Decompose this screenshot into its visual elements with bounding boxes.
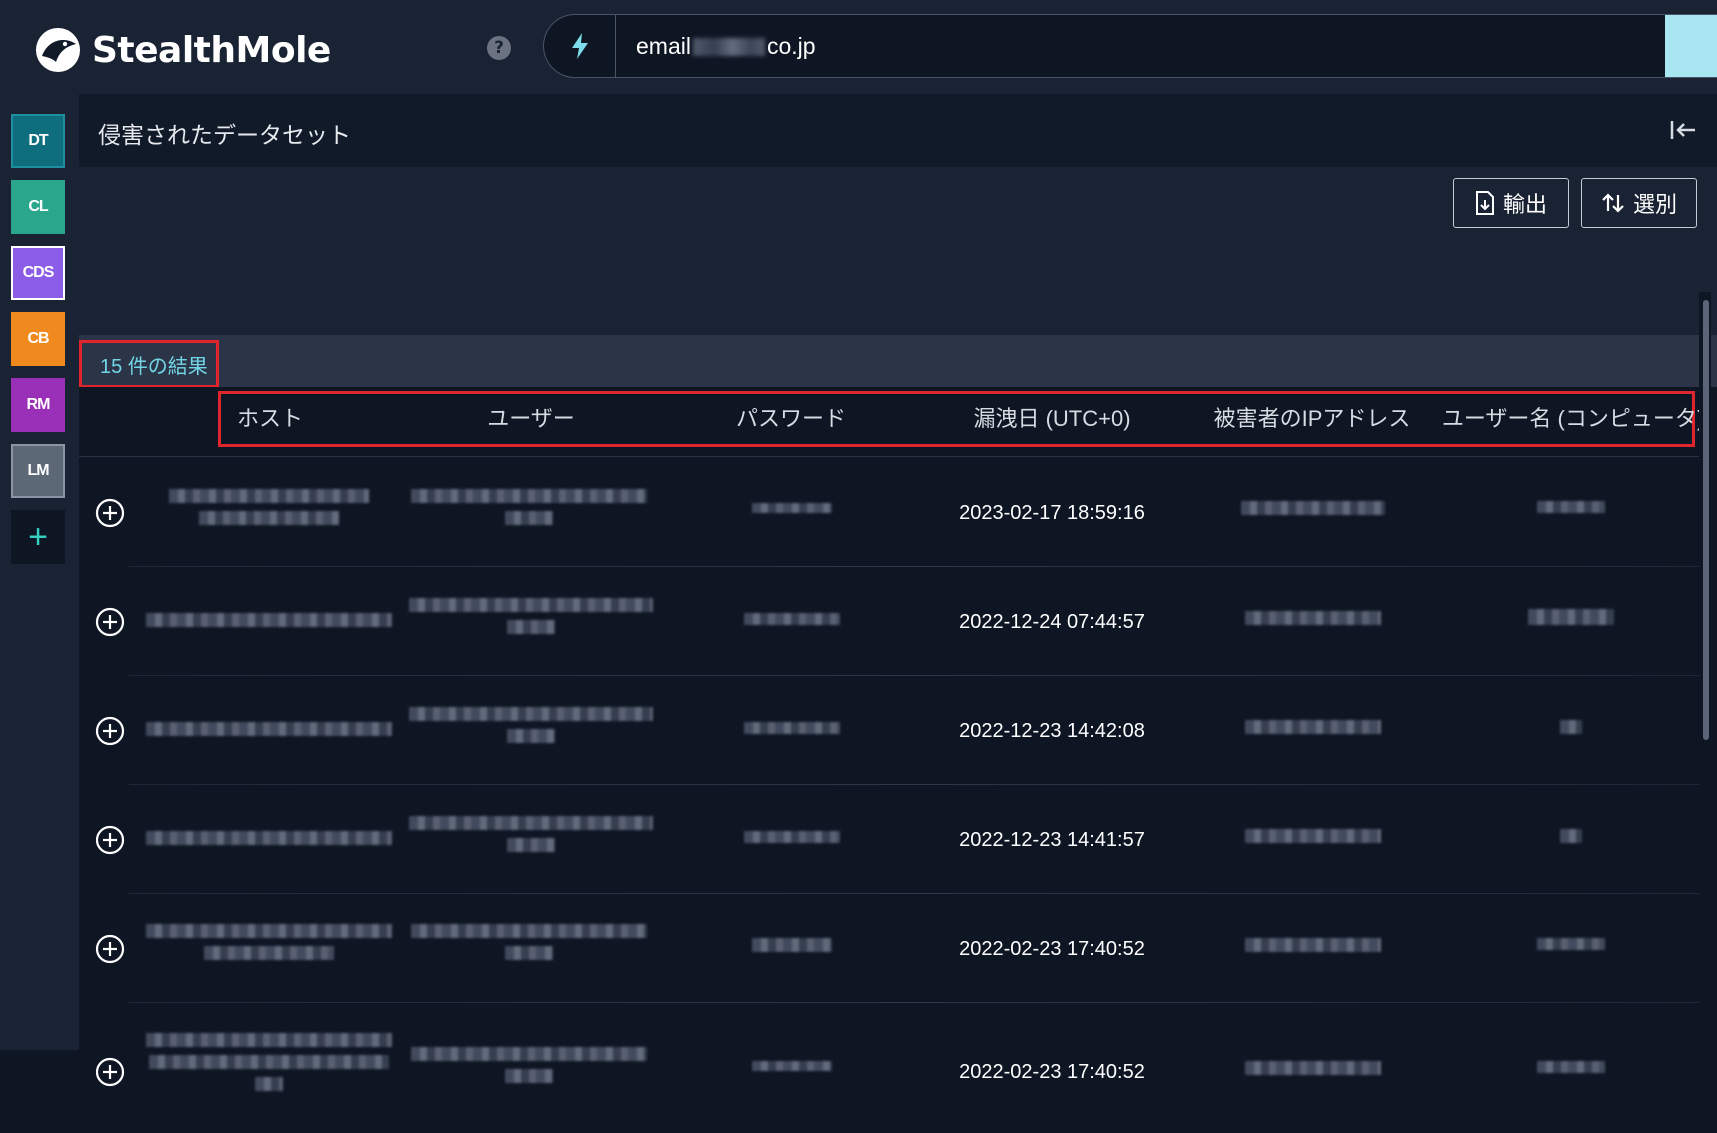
- leak-date: 2022-12-24 07:44:57: [959, 611, 1145, 633]
- expand-row-icon[interactable]: [95, 716, 125, 746]
- table-row[interactable]: 2023-02-17 18:59:16: [79, 458, 1699, 567]
- sidebar-item-label: DT: [28, 132, 48, 149]
- redacted-user: [406, 707, 656, 743]
- sort-button[interactable]: 選別: [1581, 178, 1697, 228]
- column-leak-date[interactable]: 漏洩日 (UTC+0): [973, 401, 1130, 433]
- redacted-ip: [1233, 501, 1393, 515]
- redacted-password: [742, 831, 842, 843]
- sidebar-item-label: CB: [27, 330, 49, 347]
- plus-icon: +: [28, 517, 48, 556]
- results-bar: 15 件の結果: [79, 335, 1717, 388]
- sidebar-item-label: CL: [28, 198, 48, 215]
- redacted-password: [742, 938, 842, 952]
- column-user[interactable]: ユーザー: [487, 401, 575, 433]
- redacted-user: [409, 489, 649, 525]
- redacted-user: [409, 1047, 649, 1083]
- panel-header: 侵害されたデータセット: [79, 94, 1717, 167]
- search-bar[interactable]: email co.jp: [543, 14, 1717, 78]
- redacted-ip: [1238, 720, 1388, 734]
- table-row[interactable]: 2022-02-23 17:40:52: [79, 1003, 1699, 1133]
- export-file-icon: [1475, 191, 1494, 215]
- redacted-host: [144, 924, 394, 960]
- search-value-prefix: email: [636, 32, 691, 59]
- help-icon[interactable]: ?: [487, 36, 511, 60]
- table-row[interactable]: 2022-02-23 17:40:52: [79, 894, 1699, 1003]
- expand-row-icon[interactable]: [95, 934, 125, 964]
- expand-row-icon[interactable]: [95, 498, 125, 528]
- redacted-password: [742, 613, 842, 625]
- sidebar-item-rm[interactable]: RM: [11, 378, 65, 432]
- table-row[interactable]: 2022-12-23 14:41:57: [79, 785, 1699, 894]
- search-mode-button[interactable]: [544, 15, 616, 77]
- redacted-ip: [1238, 938, 1388, 952]
- sidebar-item-label: RM: [26, 396, 51, 413]
- search-submit-button[interactable]: [1665, 15, 1717, 77]
- expand-row-icon[interactable]: [95, 825, 125, 855]
- sidebar: DT CL CDS CB RM LM +: [0, 94, 79, 1050]
- column-host[interactable]: ホスト: [237, 401, 303, 433]
- redacted-host: [144, 613, 394, 627]
- redacted-user: [406, 598, 656, 634]
- expand-row-icon[interactable]: [95, 1057, 125, 1087]
- sidebar-item-label: LM: [27, 462, 49, 479]
- sidebar-item-label: CDS: [22, 264, 55, 281]
- sidebar-item-dt[interactable]: DT: [11, 114, 65, 168]
- table-row[interactable]: 2022-12-23 14:42:08: [79, 676, 1699, 785]
- leak-date: 2022-12-23 14:41:57: [959, 829, 1145, 851]
- redacted-password: [742, 503, 842, 513]
- export-button[interactable]: 輸出: [1453, 178, 1569, 228]
- leak-date: 2022-02-23 17:40:52: [959, 938, 1145, 960]
- sort-arrows-icon: [1602, 193, 1624, 213]
- table-row[interactable]: 2022-12-24 07:44:57: [79, 567, 1699, 676]
- redacted-ip: [1238, 1061, 1388, 1075]
- collapse-panel-icon[interactable]: [1669, 118, 1697, 142]
- top-bar: StealthMole ? email co.jp: [0, 0, 1717, 94]
- leak-date: 2022-02-23 17:40:52: [959, 1061, 1145, 1083]
- export-label: 輸出: [1502, 192, 1547, 217]
- app-name: StealthMole: [92, 29, 331, 71]
- redacted-host: [144, 722, 394, 736]
- column-victim-ip[interactable]: 被害者のIPアドレス: [1214, 401, 1411, 433]
- redacted-host: [144, 1033, 394, 1091]
- results-panel: 侵害されたデータセット 輸出 選別 15 件の結果 ホスト ユーザー パスワード…: [79, 94, 1717, 1091]
- redacted-user: [409, 924, 649, 960]
- search-value-suffix: co.jp: [766, 32, 816, 59]
- panel-title: 侵害されたデータセット: [98, 122, 351, 148]
- results-count: 15 件の結果: [79, 340, 219, 388]
- sidebar-item-cb[interactable]: CB: [11, 312, 65, 366]
- scrollbar-thumb[interactable]: [1703, 300, 1709, 740]
- table-header: ホスト ユーザー パスワード 漏洩日 (UTC+0) 被害者のIPアドレス ユー…: [79, 387, 1704, 457]
- redacted-ip: [1238, 829, 1388, 843]
- mole-logo-icon: [36, 28, 80, 72]
- sidebar-item-cds[interactable]: CDS: [11, 246, 65, 300]
- redacted-user: [406, 816, 656, 852]
- lightning-icon: [571, 33, 588, 59]
- leak-date: 2022-12-23 14:42:08: [959, 720, 1145, 742]
- column-computer-user[interactable]: ユーザー名 (コンピュータ): [1442, 401, 1704, 433]
- redacted-computer-user: [1531, 501, 1611, 513]
- redacted-computer-user: [1526, 609, 1616, 625]
- redacted-computer-user: [1531, 1061, 1611, 1073]
- toolbar: 輸出 選別: [79, 167, 1717, 335]
- sidebar-item-cl[interactable]: CL: [11, 180, 65, 234]
- sort-label: 選別: [1632, 192, 1677, 217]
- app-logo[interactable]: StealthMole: [34, 26, 331, 74]
- expand-row-icon[interactable]: [95, 607, 125, 637]
- leak-date: 2023-02-17 18:59:16: [959, 502, 1145, 524]
- redacted-host: [144, 831, 394, 845]
- column-password[interactable]: パスワード: [736, 401, 846, 433]
- search-input[interactable]: email co.jp: [616, 33, 816, 60]
- sidebar-item-lm[interactable]: LM: [11, 444, 65, 498]
- redacted-computer-user: [1551, 720, 1591, 734]
- add-module-button[interactable]: +: [11, 510, 65, 564]
- redacted-ip: [1238, 611, 1388, 625]
- redacted-password: [742, 1061, 842, 1071]
- redacted-computer-user: [1551, 829, 1591, 843]
- redacted-password: [742, 722, 842, 734]
- redacted-domain: [692, 38, 765, 57]
- redacted-host: [154, 489, 384, 525]
- redacted-computer-user: [1531, 938, 1611, 950]
